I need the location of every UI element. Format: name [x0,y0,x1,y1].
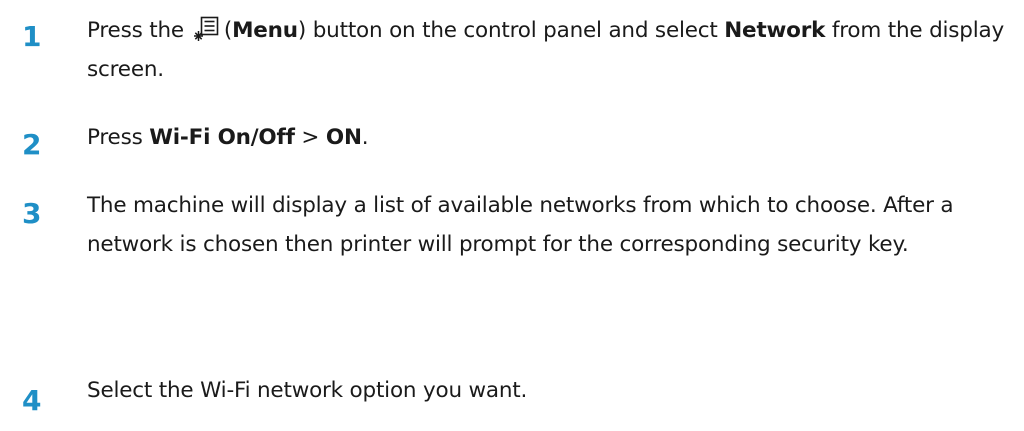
step-number: 3 [22,197,42,230]
step-1-text-b: ) button on the control panel and select [297,18,725,43]
step-2-text-a: Press [87,125,150,150]
step-1-text-a: Press the [87,18,184,43]
step-text: Press Wi-Fi On/Off > ON. [87,118,1017,157]
wifi-on-off-label: Wi-Fi On/Off [149,125,295,150]
step-number: 1 [22,20,42,53]
step-2-separator: > [294,125,326,150]
step-2-period: . [361,125,369,150]
network-label: Network [724,18,826,43]
instruction-steps: 1 Press the (Menu) button on the control… [0,0,1024,431]
on-label: ON [325,125,362,150]
step-number: 4 [22,384,42,417]
step-number: 2 [22,128,42,161]
step-text: The machine will display a list of avail… [87,193,954,257]
menu-label: Menu [232,18,298,43]
step-1-paren: ( [223,18,233,43]
menu-icon [193,16,220,42]
step-text: Press the (Menu) button on the control p… [87,11,1017,89]
step-text: Select the Wi-Fi network option you want… [87,378,528,403]
